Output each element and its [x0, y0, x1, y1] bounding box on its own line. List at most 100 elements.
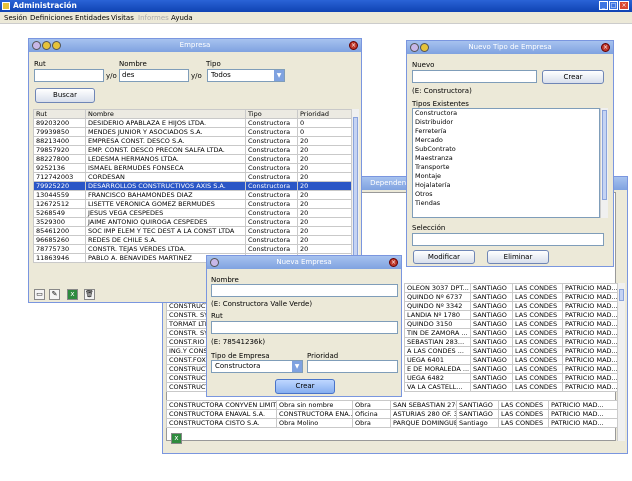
nueva-empresa-window: Nueva Empresa × Nombre (E: Constructora …	[206, 255, 402, 397]
dependencias-scrollbar[interactable]	[617, 283, 625, 441]
nuevo-tipo-close-icon[interactable]: ×	[601, 43, 610, 52]
tipos-list[interactable]: Constructora Distribuidor Ferretería Mercad…	[412, 108, 600, 218]
tipos-scroll-thumb[interactable]	[602, 110, 607, 200]
table-row[interactable]: CONST.RIO M	[166, 337, 210, 347]
menu-visitas[interactable]: Visitas	[111, 14, 134, 22]
column-header[interactable]: Prioridad	[297, 109, 352, 119]
table-row[interactable]: CONSTRUCTORA CISTO S.A. Obra Molino Obra PA…	[166, 418, 618, 428]
table-row[interactable]: TIN DE ZAMORA ... SANTIAGO LAS CONDES PATRI…	[404, 328, 618, 338]
tipo-select[interactable]: Todos ▼	[207, 69, 285, 82]
table-row[interactable]: 78775730 CONSTR. TEJAS VERDES LTDA. Constr…	[33, 244, 352, 254]
excel-icon[interactable]: x	[67, 289, 78, 300]
table-row[interactable]: SEBASTIAN 283... SANTIAGO LAS CONDES PATRIC…	[404, 337, 618, 347]
seleccion-input[interactable]	[412, 233, 604, 246]
table-row[interactable]: CONSTRUCTORA ENAVAL S.A. CONSTRUCTORA ENA…	[166, 409, 618, 419]
minimize-circle-icon[interactable]	[42, 41, 51, 50]
list-item[interactable]: Transporte	[413, 163, 599, 172]
chevron-down-icon[interactable]: ▼	[292, 361, 302, 372]
list-item[interactable]: Distribuidor	[413, 118, 599, 127]
edit-document-icon[interactable]: ✎	[49, 289, 60, 300]
table-row[interactable]: CONSTRUCT	[166, 364, 210, 374]
table-row[interactable]: CONSTRUCT	[166, 373, 210, 383]
menu-informes[interactable]: Informes	[138, 14, 169, 22]
menu-ayuda[interactable]: Ayuda	[171, 14, 193, 22]
close-button[interactable]: ×	[619, 1, 629, 10]
table-row[interactable]: 96685260 REDES DE CHILE S.A. Constructora 2…	[33, 235, 352, 245]
list-item[interactable]: Constructora	[413, 109, 599, 118]
table-row[interactable]: CONSTRUCTORA CONYVEN LIMIT... Obra sin no…	[166, 400, 618, 410]
table-row[interactable]: 88213400 EMPRESA CONST. DESCO S.A. Constru…	[33, 136, 352, 146]
table-row[interactable]: ING.Y CONST	[166, 346, 210, 356]
table-row[interactable]: A LAS CONDES ... SANTIAGO LAS CONDES PATRIC…	[404, 346, 618, 356]
list-item[interactable]: Ferretería	[413, 127, 599, 136]
list-item[interactable]: Tiendas	[413, 199, 599, 208]
table-row[interactable]: QUINDO 3150 SANTIAGO LAS CONDES PATRICIO MA…	[404, 319, 618, 329]
menu-sesion[interactable]: Sesión	[4, 14, 27, 22]
list-item[interactable]: Hojalatería	[413, 181, 599, 190]
list-item[interactable]: SubContrato	[413, 145, 599, 154]
ne-tipo-select[interactable]: Constructora ▼	[211, 360, 303, 373]
maximize-circle-icon[interactable]	[52, 41, 61, 50]
table-row[interactable]: CONSTR. SY	[166, 310, 210, 320]
table-row[interactable]: OLEON 3037 DPT... SANTIAGO LAS CONDES PATRI…	[404, 283, 618, 293]
menu-definiciones[interactable]: Definiciones	[30, 14, 73, 22]
table-row[interactable]: 89203200 DESIDERIO APABLAZA E HIJOS LTDA.…	[33, 118, 352, 128]
table-row[interactable]: 13044559 FRANCISCO BAHAMONDES DIAZ Constru…	[33, 190, 352, 200]
empresa-close-icon[interactable]: ×	[349, 41, 358, 50]
table-row[interactable]: 12672512 LISETTE VERONICA GOMEZ BERMUDES C…	[33, 199, 352, 209]
table-row[interactable]: QUINDO Nº 3342 SANTIAGO LAS CONDES PATRICIO…	[404, 301, 618, 311]
buscar-button[interactable]: Buscar	[35, 88, 95, 103]
table-row[interactable]: 79939850 MENDES JUNIOR Y ASOCIADOS S.A. Co…	[33, 127, 352, 137]
trash-icon[interactable]: 🗑	[84, 289, 95, 300]
list-item[interactable]: Montaje	[413, 172, 599, 181]
nueva-empresa-title-icons	[210, 258, 219, 267]
table-row[interactable]: E DE MORALEDA ... SANTIAGO LAS CONDES PATRI…	[404, 364, 618, 374]
table-row[interactable]: 5268549 JESUS VEGA CESPEDES Constructora 20	[33, 208, 352, 218]
list-item[interactable]: Maestranza	[413, 154, 599, 163]
tipos-scrollbar[interactable]	[600, 108, 608, 218]
table-row[interactable]: 88227800 LEDESMA HERMANOS LTDA. Constructo…	[33, 154, 352, 164]
table-row[interactable]: 85461200 SOC IMP ELEM Y TEC DEST A LA CON…	[33, 226, 352, 236]
modificar-button[interactable]: Modificar	[413, 250, 475, 264]
column-header[interactable]: Tipo	[245, 109, 298, 119]
minimize-button[interactable]: _	[599, 1, 608, 10]
nueva-empresa-close-icon[interactable]: ×	[389, 258, 398, 267]
nuevo-input[interactable]	[412, 70, 537, 83]
dependencias-scroll-thumb[interactable]	[619, 289, 624, 301]
table-row[interactable]: CONST.FOX L	[166, 355, 210, 365]
table-row[interactable]: 79925220 DESARROLLOS CONSTRUCTIVOS AXIS S…	[33, 181, 352, 191]
column-header[interactable]: Rut	[33, 109, 86, 119]
crear-tipo-button[interactable]: Crear	[542, 70, 604, 84]
maximize-button[interactable]: □	[609, 1, 618, 10]
table-cell: PATRICIO MAD...	[562, 283, 618, 293]
chevron-down-icon[interactable]: ▼	[274, 70, 284, 81]
table-row[interactable]: 3529300 JAIME ANTONIO QUIROGA CESPEDES Con…	[33, 217, 352, 227]
ne-prioridad-input[interactable]	[307, 360, 398, 373]
menu-entidades[interactable]: Entidades	[75, 14, 110, 22]
table-row[interactable]: LANDIA Nº 1780 SANTIAGO LAS CONDES PATRICIO…	[404, 310, 618, 320]
table-row[interactable]: TORMAT LTD	[166, 319, 210, 329]
table-row[interactable]: 712742003 CORDESAN Constructora 20	[33, 172, 352, 182]
new-document-icon[interactable]: ▭	[34, 289, 45, 300]
ne-crear-button[interactable]: Crear	[275, 379, 335, 394]
table-row[interactable]: 9252136 ISMAEL BERMUDES FONSECA Constructo…	[33, 163, 352, 173]
table-row[interactable]: VA LA CASTELL... SANTIAGO LAS CONDES PATRIC…	[404, 382, 618, 392]
ne-nombre-input[interactable]	[211, 284, 398, 297]
empresa-scroll-thumb[interactable]	[353, 117, 358, 267]
list-item[interactable]: Otros	[413, 190, 599, 199]
rut-input[interactable]	[34, 69, 104, 82]
table-row[interactable]: UEGA 6482 SANTIAGO LAS CONDES PATRICIO MAD.…	[404, 373, 618, 383]
list-item[interactable]: Mercado	[413, 136, 599, 145]
table-cell: 85461200	[33, 226, 86, 236]
table-row[interactable]: 79857920 EMP. CONST. DESCO PRECON SALFA L…	[33, 145, 352, 155]
table-row[interactable]: CONSTR. SY	[166, 328, 210, 338]
table-row[interactable]: CONSTRUCTORA	[166, 382, 210, 392]
eliminar-button[interactable]: Eliminar	[487, 250, 549, 264]
column-header[interactable]: Nombre	[85, 109, 246, 119]
ne-rut-input[interactable]	[211, 321, 398, 334]
excel-export-icon[interactable]: x	[171, 433, 182, 444]
table-row[interactable]: UEGA 6401 SANTIAGO LAS CONDES PATRICIO MAD.…	[404, 355, 618, 365]
minimize-circle-icon[interactable]	[420, 43, 429, 52]
nombre-input[interactable]: des	[119, 69, 189, 82]
table-row[interactable]: QUINDO Nº 6737 SANTIAGO LAS CONDES PATRICIO…	[404, 292, 618, 302]
